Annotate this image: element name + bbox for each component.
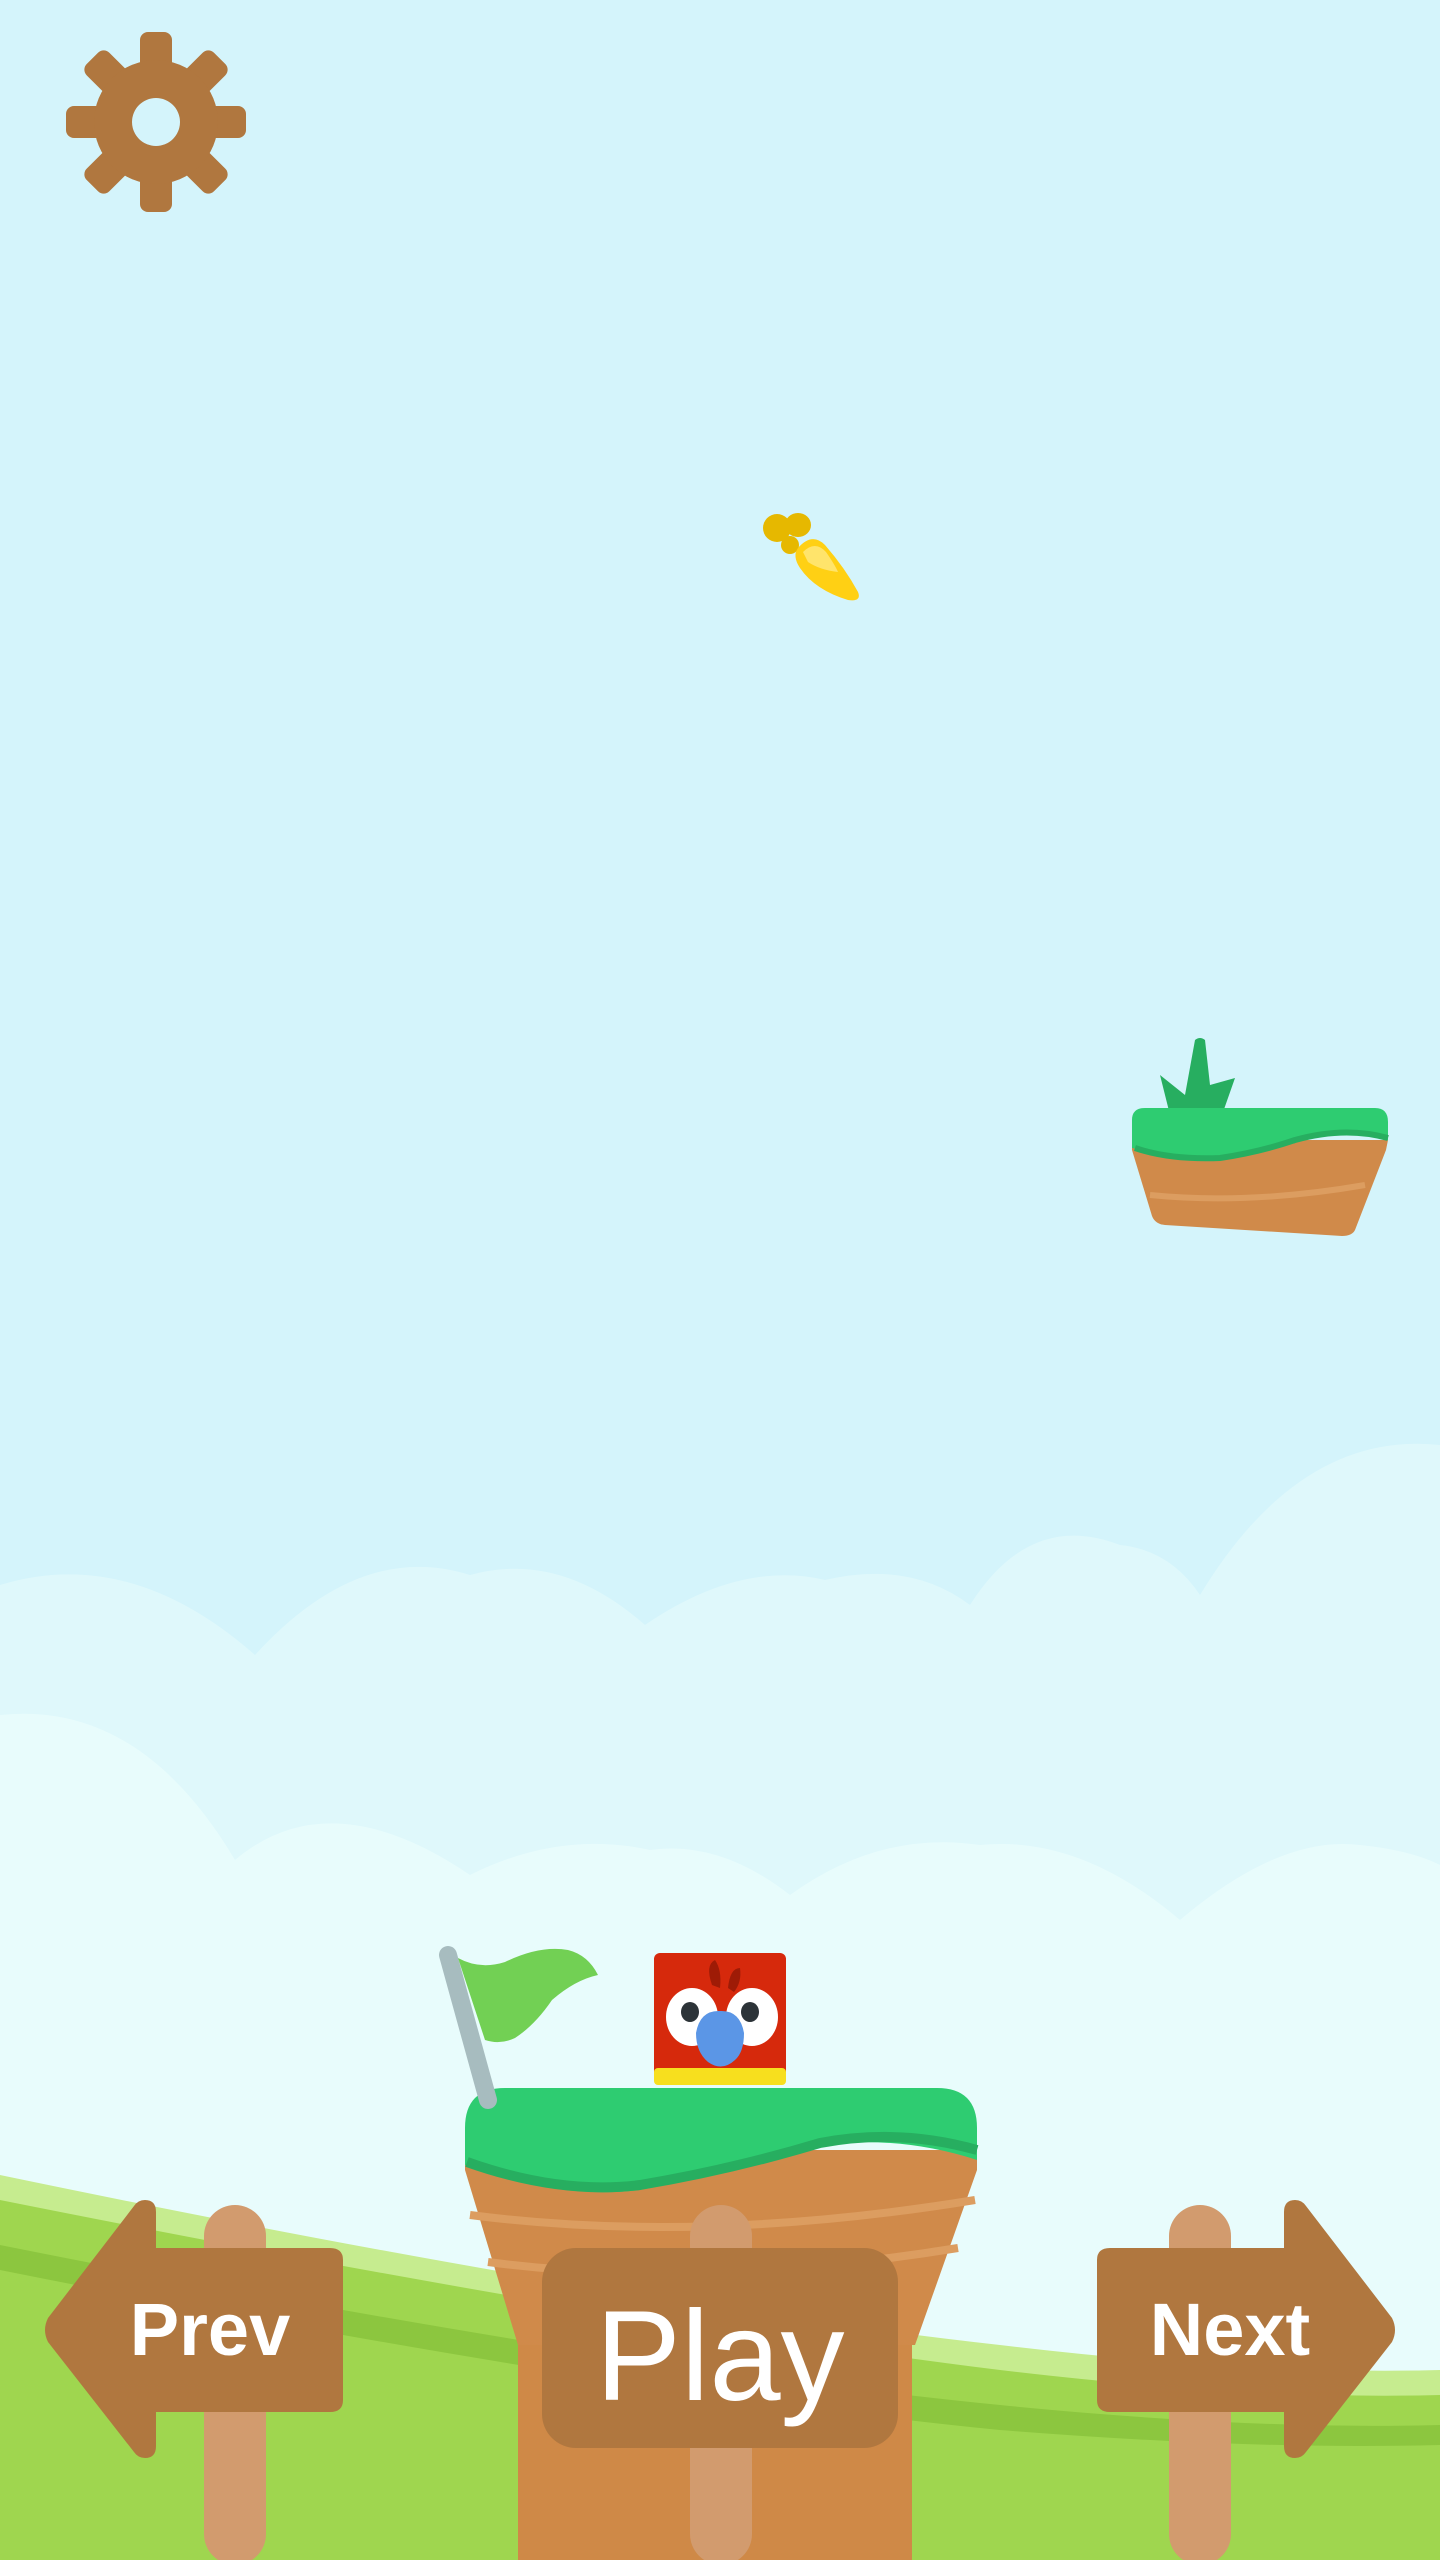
prev-button-label: Prev — [129, 2288, 291, 2371]
gear-icon — [66, 32, 246, 212]
next-button-label: Next — [1149, 2288, 1311, 2371]
parrot-belly-stripe — [654, 2068, 786, 2085]
parrot-pupil-left — [681, 2002, 699, 2022]
play-button-label: Play — [595, 2285, 845, 2428]
play-button[interactable]: Play — [542, 2248, 898, 2448]
prev-button[interactable]: Prev — [40, 2200, 350, 2460]
next-button[interactable]: Next — [1090, 2200, 1400, 2460]
gear-hole — [132, 98, 180, 146]
parrot-character — [654, 1953, 786, 2085]
parrot-pupil-right — [741, 2002, 759, 2022]
banana-stem-blob-2 — [785, 513, 811, 537]
settings-button[interactable] — [64, 30, 248, 214]
game-scene — [0, 0, 1440, 2560]
